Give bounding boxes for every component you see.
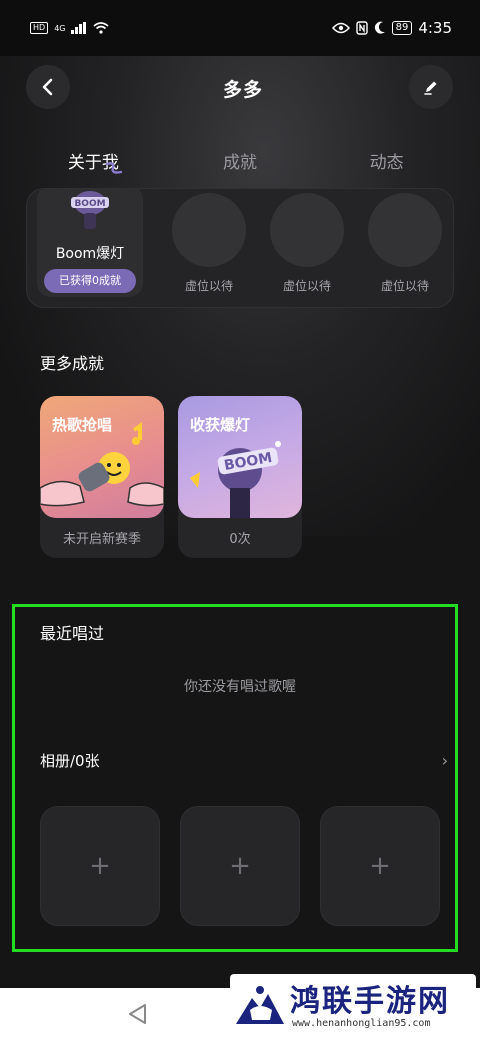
moon-icon [374,21,385,34]
placeholder-label: 虚位以待 [184,279,233,293]
placeholder-label: 虚位以待 [380,279,429,293]
achievement-boom-received[interactable]: BOOM 收获爆灯 0次 [178,396,302,558]
clock: 4:35 [418,19,452,37]
watermark-logo [236,986,284,1024]
achievement-card: BOOM Boom爆灯 已获得0成就 虚位以待 虚位以待 虚位以待 [26,188,454,308]
tab-label: 动态 [369,152,404,173]
signal-icon [71,22,87,34]
tab-active-indicator [106,161,123,174]
chevron-left-icon [42,78,53,96]
watermark-title: 鸿联手游网 [290,984,450,1019]
tab-about-me[interactable]: 关于我 [33,148,153,174]
placeholder-circle [172,193,246,267]
boom-received-caption: 0次 [229,532,251,547]
wifi-icon [93,22,110,34]
boom-light-icon: BOOM [71,191,109,229]
placeholder-circle [270,193,344,267]
hot-song-caption: 未开启新赛季 [62,532,141,547]
tab-bar: 关于我 成就 动态 [0,140,480,180]
achievement-placeholder: 虚位以待 [357,189,453,294]
page-title: 多多 [222,78,263,101]
tab-moments[interactable]: 动态 [327,148,447,173]
hot-song-title: 热歌抢唱 [52,416,113,434]
album-add-slot[interactable]: + [40,806,160,926]
boom-received-title: 收获爆灯 [190,416,251,434]
chevron-right-icon: › [441,751,448,770]
more-achievements-title: 更多成就 [40,354,105,373]
placeholder-circle [368,193,442,267]
album-title: 相册/0张 [40,752,100,770]
album-add-slot[interactable]: + [180,806,300,926]
back-triangle-icon[interactable] [126,1002,148,1026]
achievement-name: Boom爆灯 [55,246,125,262]
svg-text:BOOM: BOOM [74,199,105,209]
back-button[interactable] [26,65,70,109]
status-bar: HD 4G 89 4:35 [0,0,480,56]
edit-button[interactable] [409,65,453,109]
achievement-placeholder: 虚位以待 [161,189,257,294]
watermark: 鸿联手游网 www.henanhonglian95.com [230,974,476,1036]
placeholder-label: 虚位以待 [282,279,331,293]
watermark-url: www.henanhonglian95.com [292,1018,431,1029]
hd-indicator: HD [30,22,49,34]
boom-received-art: BOOM 收获爆灯 [178,396,302,518]
album-header[interactable]: 相册/0张 › [40,750,448,771]
hot-song-art: 热歌抢唱 [40,396,164,518]
tab-label: 成就 [222,152,257,173]
achievement-hot-song[interactable]: 热歌抢唱 未开启新赛季 [40,396,164,558]
eye-icon [331,22,350,34]
pencil-icon [424,81,437,95]
achievement-boom[interactable]: BOOM Boom爆灯 已获得0成就 [37,189,143,297]
album-add-slot[interactable]: + [320,806,440,926]
nav-bar: 多多 [0,56,480,120]
nfc-icon [355,21,368,35]
battery-indicator: 89 [391,21,413,35]
achievement-placeholder: 虚位以待 [259,189,355,294]
achievement-count-badge: 已获得0成就 [44,269,136,293]
recent-title: 最近唱过 [40,624,105,643]
network-type: 4G [54,23,66,33]
recent-empty-text: 你还没有唱过歌喔 [184,679,296,695]
tab-achievements[interactable]: 成就 [180,148,300,173]
